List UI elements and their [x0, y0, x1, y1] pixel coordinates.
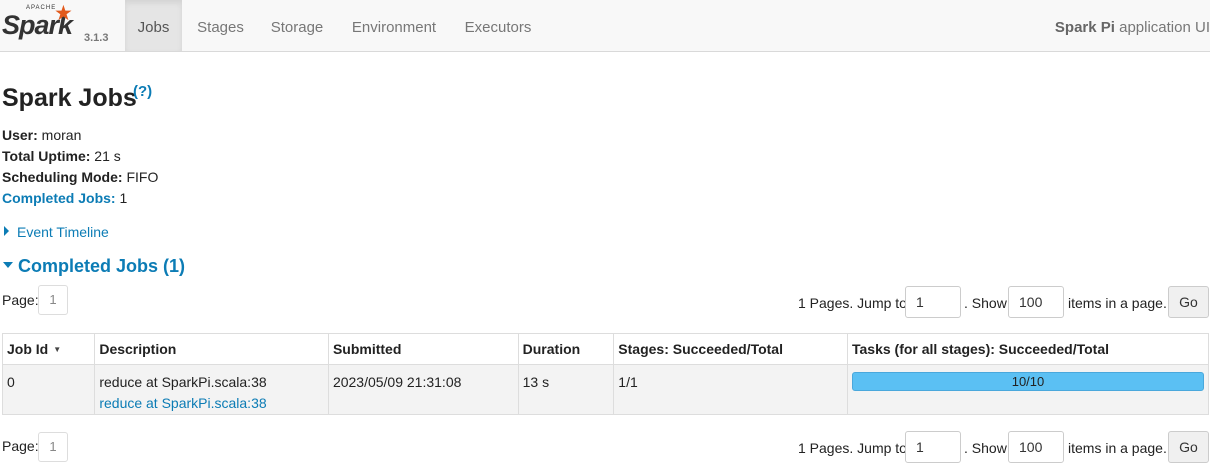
page-size-input[interactable]: 100 — [1008, 431, 1064, 463]
column-header-job-id[interactable]: Job Id ▼ — [1, 333, 96, 365]
app-name: Spark Pi — [1054, 19, 1115, 36]
completed-jobs-heading: Completed Jobs (1) — [18, 256, 186, 276]
caret-down-icon — [3, 262, 13, 268]
description-text: reduce at SparkPi.scala:38 — [99, 374, 267, 390]
items-per-page-label: items in a page. — [1068, 440, 1167, 456]
navbar: APACHE Spark ★ 3.1.3 Jobs Stages Storage… — [0, 0, 1210, 52]
cell-description: reduce at SparkPi.scala:38 reduce at Spa… — [94, 364, 329, 415]
info-value: moran — [37, 127, 82, 143]
column-header-stages[interactable]: Stages: Succeeded/Total — [613, 333, 848, 365]
table-header-row: Job Id ▼ Description Submitted Duration S… — [1, 333, 1209, 365]
go-button[interactable]: Go — [1168, 286, 1209, 318]
description-link[interactable]: reduce at SparkPi.scala:38 — [99, 395, 266, 411]
completed-jobs-link[interactable]: Completed Jobs: — [2, 190, 116, 206]
show-label: . Show — [964, 295, 1007, 311]
column-header-description[interactable]: Description — [94, 333, 329, 365]
cell-tasks: 10/10 — [847, 364, 1209, 415]
cell-submitted: 2023/05/09 21:31:08 — [327, 364, 519, 415]
pages-count-text: 1 Pages. Jump to — [798, 295, 907, 311]
caret-right-icon — [4, 226, 9, 236]
items-per-page-label: items in a page. — [1068, 295, 1167, 311]
jump-to-page-input[interactable]: 1 — [905, 431, 961, 463]
completed-jobs-table: Job Id ▼ Description Submitted Duration S… — [1, 333, 1209, 415]
info-uptime: Total Uptime: 21 s — [2, 148, 121, 164]
cell-duration: 13 s — [517, 364, 615, 415]
go-button[interactable]: Go — [1168, 431, 1209, 463]
info-completed-jobs: Completed Jobs: 1 — [2, 190, 127, 206]
column-header-tasks[interactable]: Tasks (for all stages): Succeeded/Total — [847, 333, 1209, 365]
info-label: Total Uptime: — [2, 148, 91, 164]
info-label: Scheduling Mode: — [2, 169, 123, 185]
event-timeline-toggle[interactable]: Event Timeline — [4, 224, 109, 240]
info-scheduling-mode: Scheduling Mode: FIFO — [2, 169, 158, 185]
tab-environment[interactable]: Environment — [336, 0, 452, 51]
info-value: FIFO — [122, 169, 159, 185]
help-link[interactable]: (?) — [133, 83, 152, 100]
jump-to-page-input[interactable]: 1 — [905, 286, 961, 318]
cell-stages: 1/1 — [613, 364, 848, 415]
column-header-duration[interactable]: Duration — [517, 333, 615, 365]
page-number-button[interactable]: 1 — [38, 285, 68, 315]
pages-count-text: 1 Pages. Jump to — [798, 440, 907, 456]
sort-desc-icon: ▼ — [53, 345, 62, 354]
table-row: 0 reduce at SparkPi.scala:38 reduce at S… — [1, 364, 1209, 415]
info-user: User: moran — [2, 127, 81, 143]
page-size-input[interactable]: 100 — [1008, 286, 1064, 318]
star-icon: ★ — [54, 2, 73, 25]
tab-executors[interactable]: Executors — [452, 0, 544, 51]
info-value: 1 — [115, 190, 128, 206]
tab-stages[interactable]: Stages — [183, 0, 258, 51]
show-label: . Show — [964, 440, 1007, 456]
app-title-suffix: application UI — [1114, 19, 1210, 36]
page-number-button[interactable]: 1 — [38, 432, 68, 462]
tab-jobs[interactable]: Jobs — [125, 0, 182, 51]
info-label: User: — [2, 127, 38, 143]
event-timeline-label: Event Timeline — [17, 224, 109, 240]
page-title: Spark Jobs — [2, 84, 137, 112]
tab-storage[interactable]: Storage — [258, 0, 336, 51]
version-label: 3.1.3 — [84, 32, 109, 44]
info-value: 21 s — [90, 148, 121, 164]
tasks-progress-bar: 10/10 — [852, 372, 1204, 391]
spark-logo[interactable]: APACHE Spark ★ 3.1.3 — [2, 2, 122, 50]
column-header-submitted[interactable]: Submitted — [327, 333, 519, 365]
cell-job-id: 0 — [1, 364, 96, 415]
page-label: Page: — [2, 438, 39, 454]
page-label: Page: — [2, 292, 39, 308]
app-title: Spark Pi application UI — [1055, 0, 1210, 51]
completed-jobs-section-toggle[interactable]: Completed Jobs (1) — [3, 256, 185, 277]
